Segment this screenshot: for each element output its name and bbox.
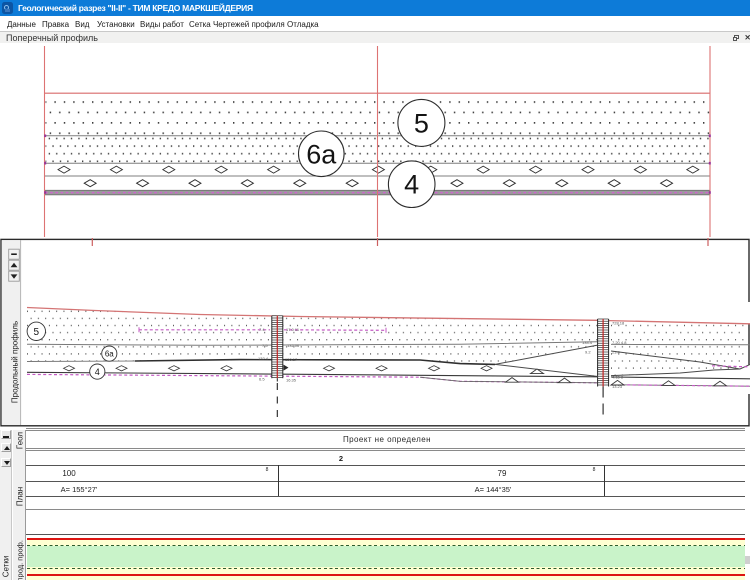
svg-text:130.17: 130.17 [285,357,298,362]
svg-text:6.5: 6.5 [259,377,265,382]
svg-text:6а: 6а [306,139,337,169]
svg-text:132.06: 132.06 [287,343,300,348]
svg-text:132.4: 132.4 [258,356,269,361]
svg-text:4.15 8: 4.15 8 [612,374,624,379]
svg-text:9.2: 9.2 [585,349,591,354]
svg-text:7.4: 7.4 [259,327,265,332]
svg-text:17.0 11: 17.0 11 [286,327,300,332]
svg-text:4: 4 [404,170,419,200]
svg-text:5: 5 [414,108,429,138]
svg-text:7.20 4.8: 7.20 4.8 [612,340,627,345]
svg-text:134.4: 134.4 [582,340,593,345]
svg-text:5: 5 [34,327,40,338]
svg-text:23.4: 23.4 [612,349,621,354]
svg-text:16.35: 16.35 [286,378,297,383]
svg-text:6а: 6а [105,349,114,358]
svg-text:4: 4 [95,367,100,377]
svg-text:Продольный профиль: Продольный профиль [11,321,20,403]
svg-text:13.23: 13.23 [612,384,623,389]
svg-text:728.18: 728.18 [612,321,625,326]
svg-text:7.5: 7.5 [262,343,268,348]
